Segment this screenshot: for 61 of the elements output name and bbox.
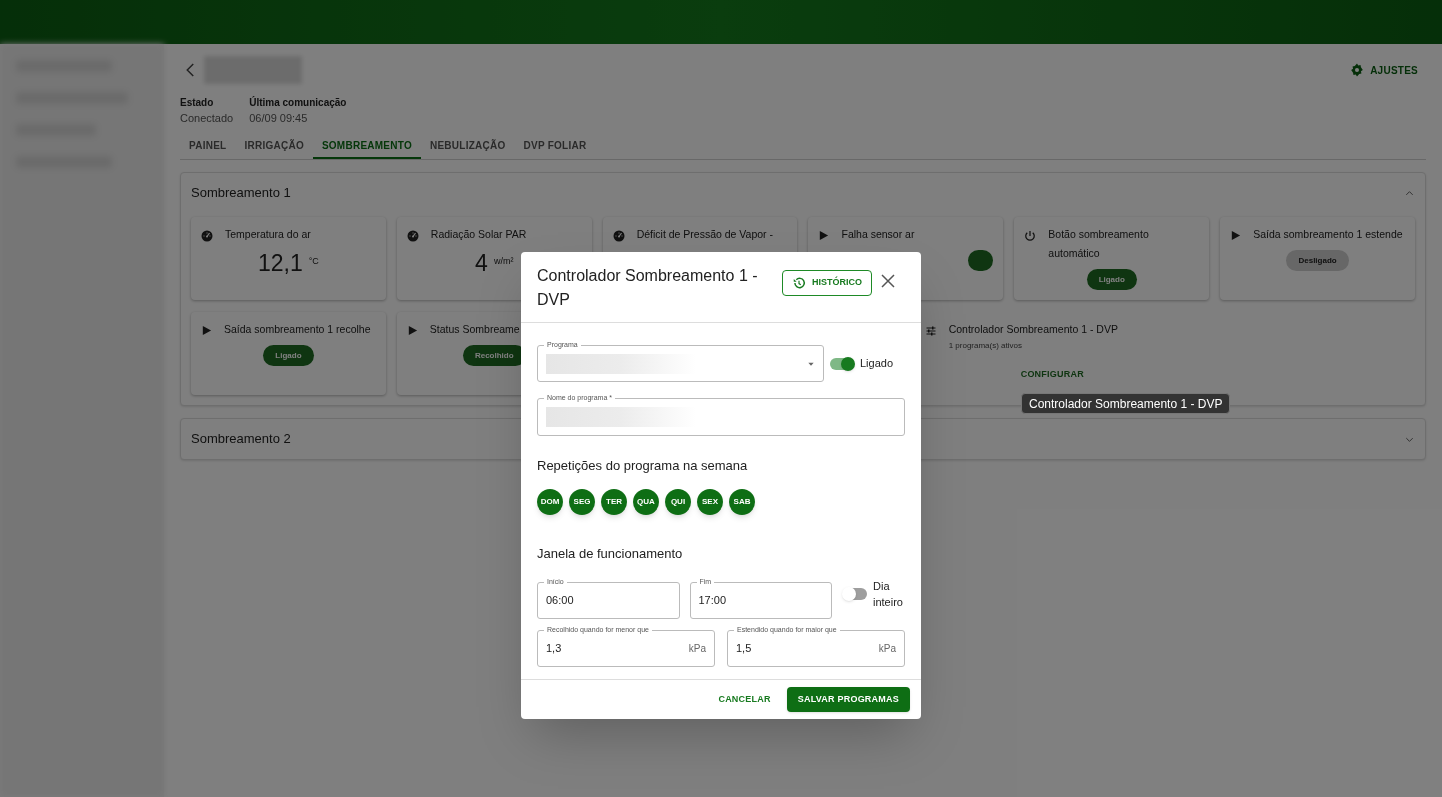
card-subtitle: 1 programa(s) ativos <box>948 340 1023 352</box>
play-icon <box>201 325 212 336</box>
section-heading: Repetições do programa na semana <box>537 457 749 475</box>
panel-title: Sombreamento 2 <box>191 430 292 449</box>
day-toggle[interactable]: SEX <box>697 488 723 515</box>
day-toggle[interactable]: DOM <box>537 488 563 515</box>
card-title: Controlador Sombreamento 1 - DVP <box>948 322 1118 337</box>
card-title: Botão sombreamento automático <box>1048 227 1150 261</box>
card-title: Status Sombreame <box>429 322 520 337</box>
gauge-icon <box>201 230 213 242</box>
save-button[interactable]: SALVAR PROGRAMAS <box>786 687 910 712</box>
tab[interactable]: SOMBREAMENTO <box>312 133 421 159</box>
card-title: Temperatura do ar <box>225 227 311 242</box>
status-badge: Ligado <box>263 345 314 366</box>
status-value: Conectado <box>180 111 234 126</box>
reading-unit: °C <box>308 255 319 268</box>
reading-unit: w/m² <box>493 255 514 268</box>
settings-button[interactable]: AJUSTES <box>1350 62 1418 78</box>
configure-button[interactable]: CONFIGURAR <box>1020 368 1084 382</box>
status-badge: Desligado <box>1286 250 1349 271</box>
day-toggle[interactable]: QUA <box>633 488 659 515</box>
tab[interactable]: PAINEL <box>180 133 236 159</box>
card-title: Déficit de Pressão de Vapor - <box>636 227 775 242</box>
card-title: Radiação Solar PAR <box>430 227 527 242</box>
tooltip: Controlador Sombreamento 1 - DVP <box>1021 393 1231 414</box>
reading-value: 12,1 <box>257 250 303 276</box>
day-toggle[interactable]: TER <box>601 488 627 515</box>
card-title: Saída sombreamento 1 recolhe <box>224 322 372 337</box>
panel-title: Sombreamento 1 <box>191 184 292 203</box>
history-icon <box>792 276 806 290</box>
settings-icon <box>1350 63 1365 77</box>
close-icon <box>880 273 896 289</box>
tab[interactable]: NEBULIZAÇÃO <box>420 133 515 159</box>
cancel-button[interactable]: CANCELAR <box>718 692 771 707</box>
day-toggle[interactable]: SAB <box>729 488 755 515</box>
play-icon <box>1230 230 1242 241</box>
toggle-switch[interactable] <box>830 357 854 370</box>
switch-label: Ligado <box>860 356 894 372</box>
tab[interactable]: DVP FOLIAR <box>514 133 596 159</box>
day-toggle[interactable]: QUI <box>665 488 691 515</box>
play-icon <box>818 230 830 241</box>
day-toggle[interactable]: SEG <box>569 488 595 515</box>
sliders-icon <box>924 325 937 337</box>
section-heading: Janela de funcionamento <box>537 544 684 563</box>
status-label: Última comunicação <box>249 96 347 110</box>
status-value: 06/09 09:45 <box>249 111 309 126</box>
power-icon <box>1024 230 1037 242</box>
card-title: Falha sensor ar <box>841 227 915 242</box>
history-button[interactable]: HISTÓRICO <box>782 270 872 296</box>
reading-value: 4 <box>475 250 488 276</box>
dialog-title: Controlador Sombreamento 1 - DVP <box>537 266 759 310</box>
gauge-icon <box>406 230 419 242</box>
status-label: Estado <box>180 96 215 110</box>
switch-label: Dia inteiro <box>873 579 904 610</box>
tab[interactable]: IRRIGAÇÃO <box>235 133 313 159</box>
play-icon <box>406 325 418 336</box>
gauge-icon <box>612 230 625 242</box>
card-title: Saída sombreamento 1 estende <box>1253 227 1404 242</box>
toggle-switch[interactable] <box>843 588 867 600</box>
status-badge: Ligado <box>1086 269 1137 290</box>
close-button[interactable] <box>880 273 896 289</box>
